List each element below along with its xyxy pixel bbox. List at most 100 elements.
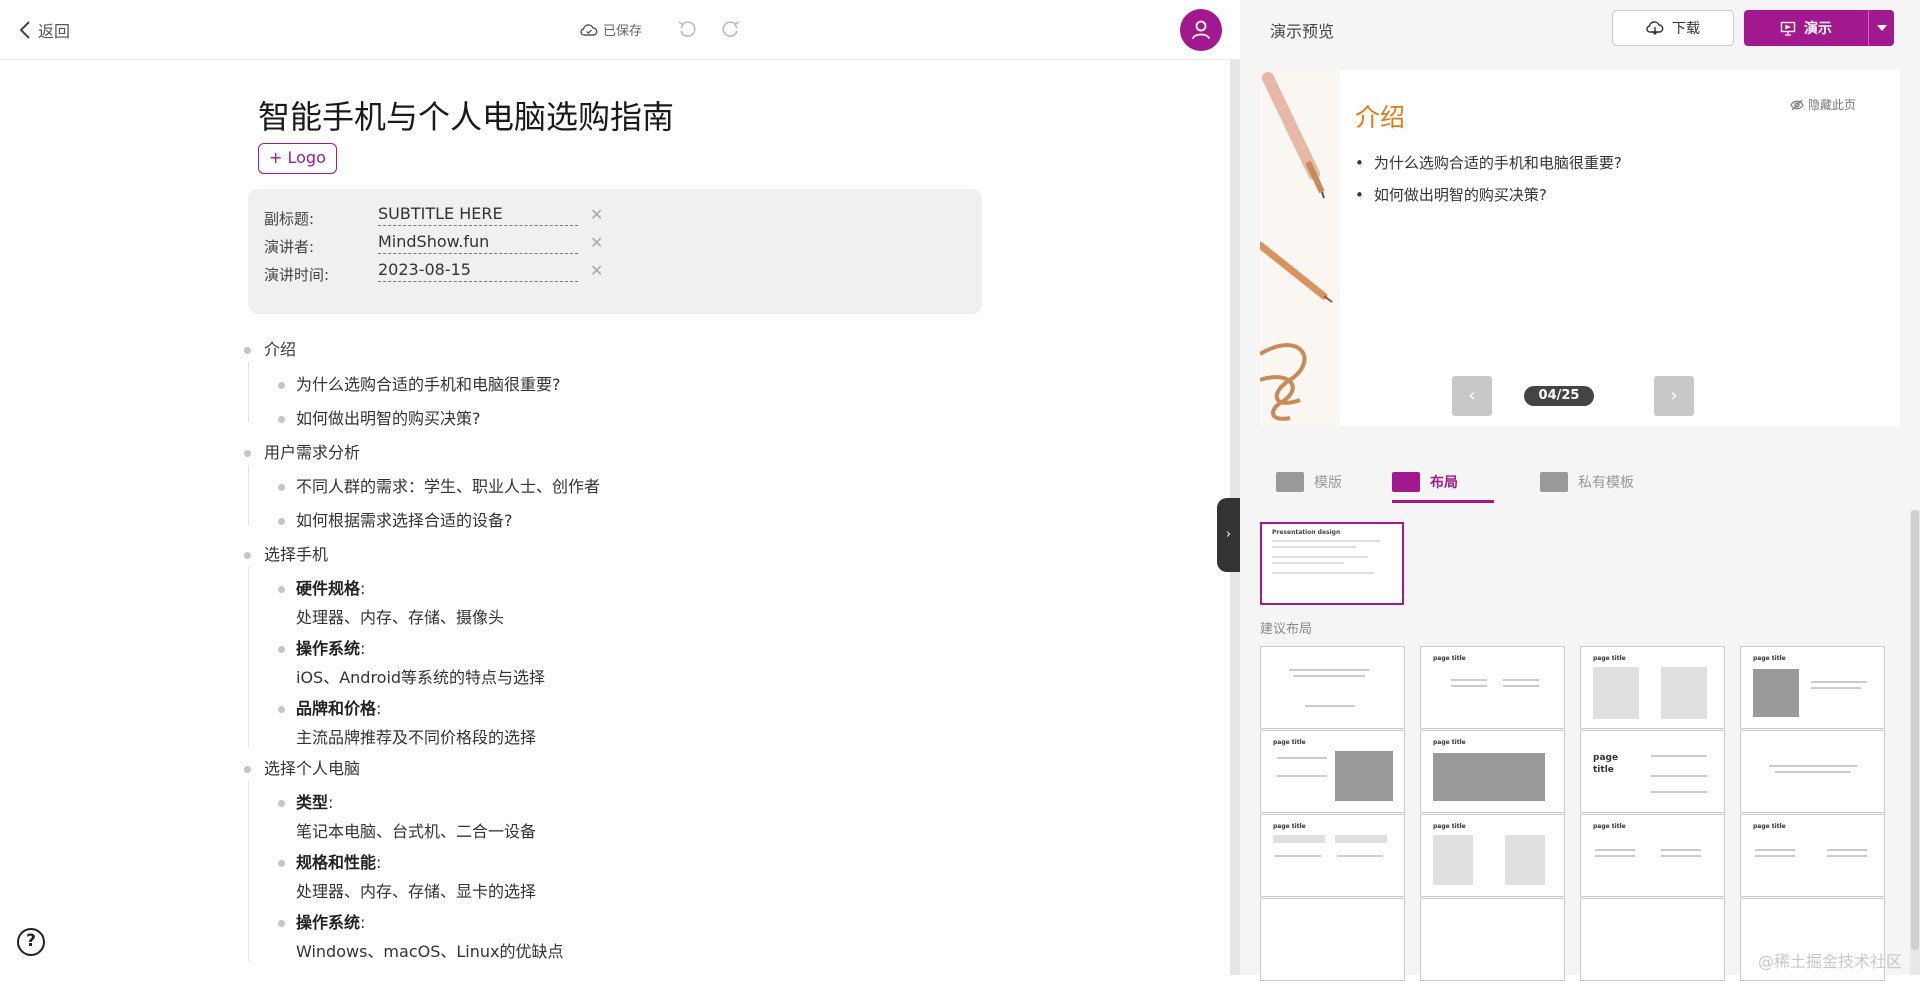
presenter-field[interactable]: MindShow.fun <box>378 232 578 254</box>
outline-section-title[interactable]: 介绍 <box>264 336 296 360</box>
outline-section-title[interactable]: 用户需求分析 <box>264 439 360 463</box>
outline-guide <box>248 465 249 525</box>
presenter-row: 演讲者: MindShow.fun ✕ <box>264 231 964 257</box>
editor-pane: 返回 已保存 智能手机与个人电脑选购指南 + Logo 副标题: SUBTITL… <box>0 0 1240 975</box>
outline-item[interactable]: 类型: 笔记本电脑、台式机、二合一设备 <box>296 789 536 842</box>
outline-item[interactable]: 为什么选购合适的手机和电脑很重要? <box>296 371 561 395</box>
user-avatar[interactable] <box>1180 9 1222 51</box>
next-slide-button[interactable]: › <box>1654 376 1694 416</box>
layout-thumbnail[interactable]: page title <box>1580 646 1725 729</box>
user-template-icon <box>1540 472 1568 492</box>
outline-colon: : <box>360 913 366 932</box>
save-status-text: 已保存 <box>603 24 643 39</box>
panel-scrollbar[interactable] <box>1910 510 1920 975</box>
back-button[interactable]: 返回 <box>18 18 70 42</box>
layout-thumbnail[interactable] <box>1420 898 1565 981</box>
outline-bullet[interactable] <box>278 706 285 713</box>
watermark-text: @稀土掘金技术社区 <box>1758 952 1903 971</box>
help-button[interactable]: ? <box>17 928 45 956</box>
panel-scrollbar-thumb[interactable] <box>1911 510 1919 950</box>
present-button[interactable]: 演示 <box>1744 10 1868 46</box>
layout-thumbnail[interactable] <box>1260 646 1405 729</box>
date-row: 演讲时间: 2023-08-15 ✕ <box>264 259 964 285</box>
outline-bullet[interactable] <box>278 800 285 807</box>
outline-item-heading: 类型 <box>296 793 329 812</box>
outline-bullet[interactable] <box>278 518 285 525</box>
suggested-layouts-label: 建议布局 <box>1260 622 1313 637</box>
collapse-panel-button[interactable]: › <box>1217 498 1240 572</box>
thumb-title: page title <box>1593 655 1626 662</box>
clear-subtitle-icon[interactable]: ✕ <box>590 205 603 224</box>
layout-thumbnail[interactable]: page title <box>1740 646 1885 729</box>
layout-thumbnail[interactable]: page title <box>1740 814 1885 897</box>
template-icon <box>1276 472 1304 492</box>
outline-bullet[interactable] <box>278 860 285 867</box>
layout-icon <box>1392 472 1420 492</box>
chevron-left-icon: ‹ <box>1468 385 1476 406</box>
outline-item[interactable]: 如何根据需求选择合适的设备? <box>296 507 513 531</box>
hide-slide-button[interactable]: 隐藏此页 <box>1790 96 1856 113</box>
outline-item[interactable]: 硬件规格: 处理器、内存、存储、摄像头 <box>296 575 504 628</box>
layout-thumbnail[interactable] <box>1740 730 1885 813</box>
outline-bullet[interactable] <box>278 920 285 927</box>
layout-thumbnail[interactable] <box>1580 898 1725 981</box>
outline-bullet[interactable] <box>278 382 285 389</box>
layout-thumbnail[interactable]: page title <box>1580 814 1725 897</box>
layout-thumbnail[interactable]: page title <box>1420 730 1565 813</box>
download-button[interactable]: 下载 <box>1612 10 1734 46</box>
outline-item[interactable]: 操作系统: Windows、macOS、Linux的优缺点 <box>296 909 563 962</box>
outline-item-heading: 操作系统 <box>296 913 361 932</box>
date-label: 演讲时间: <box>264 266 330 284</box>
layout-thumbnail[interactable]: page title <box>1420 814 1565 897</box>
previous-slide-button[interactable]: ‹ <box>1452 376 1492 416</box>
date-field[interactable]: 2023-08-15 <box>378 260 578 282</box>
download-label: 下载 <box>1672 21 1700 37</box>
outline-item[interactable]: 规格和性能: 处理器、内存、存储、显卡的选择 <box>296 849 536 902</box>
outline-item[interactable]: 如何做出明智的购买决策? <box>296 405 481 429</box>
outline-guide <box>248 781 249 961</box>
outline-item[interactable]: 品牌和价格: 主流品牌推荐及不同价格段的选择 <box>296 695 536 748</box>
outline-item-heading: 硬件规格 <box>296 579 361 598</box>
clear-date-icon[interactable]: ✕ <box>590 261 603 280</box>
outline-bullet[interactable] <box>278 484 285 491</box>
outline-bullet[interactable] <box>244 766 251 773</box>
cloud-download-icon <box>1646 21 1664 35</box>
tab-private-label: 私有模板 <box>1578 475 1634 491</box>
outline-item[interactable]: 不同人群的需求：学生、职业人士、创作者 <box>296 473 600 497</box>
present-options-dropdown[interactable] <box>1868 10 1894 46</box>
outline-bullet[interactable] <box>278 586 285 593</box>
slide-heading: 介绍 <box>1355 103 1406 132</box>
text-line <box>1272 556 1368 558</box>
outline-section-title[interactable]: 选择手机 <box>264 541 328 565</box>
slide-preview[interactable]: 介绍 隐藏此页 为什么选购合适的手机和电脑很重要? 如何做出明智的购买决策? ‹… <box>1260 70 1900 426</box>
caret-down-icon <box>1876 25 1887 31</box>
add-logo-button[interactable]: + Logo <box>258 143 337 174</box>
thumb-title: page title <box>1433 823 1466 830</box>
document-title[interactable]: 智能手机与个人电脑选购指南 <box>258 92 674 138</box>
tab-private-templates[interactable]: 私有模板 <box>1540 472 1634 500</box>
clear-presenter-icon[interactable]: ✕ <box>590 233 603 252</box>
layout-thumbnail[interactable]: page title <box>1260 814 1405 897</box>
tab-layouts[interactable]: 布局 <box>1392 472 1494 503</box>
panel-tabs: 模版 布局 私有模板 <box>1240 440 1920 503</box>
outline-colon: : <box>376 853 382 872</box>
outline-item[interactable]: 操作系统: iOS、Android等系统的特点与选择 <box>296 635 545 688</box>
redo-icon[interactable] <box>720 18 742 40</box>
tab-templates[interactable]: 模版 <box>1276 472 1342 500</box>
layout-thumbnail[interactable] <box>1260 898 1405 981</box>
outline-bullet[interactable] <box>278 646 285 653</box>
outline-bullet[interactable] <box>278 416 285 423</box>
outline-section-title[interactable]: 选择个人电脑 <box>264 755 360 779</box>
outline-bullet[interactable] <box>244 450 251 457</box>
chevron-left-icon <box>19 21 30 39</box>
layout-thumbnail[interactable]: page title <box>1260 730 1405 813</box>
text-line <box>1272 572 1374 574</box>
outline-bullet[interactable] <box>244 347 251 354</box>
layout-thumbnail[interactable]: page title <box>1420 646 1565 729</box>
layout-thumbnail[interactable]: page title <box>1580 730 1725 813</box>
outline-colon: : <box>360 639 366 658</box>
undo-icon[interactable] <box>676 18 698 40</box>
subtitle-field[interactable]: SUBTITLE HERE <box>378 204 578 226</box>
outline-bullet[interactable] <box>244 552 251 559</box>
current-layout-thumbnail[interactable]: Presentation design <box>1260 522 1404 605</box>
